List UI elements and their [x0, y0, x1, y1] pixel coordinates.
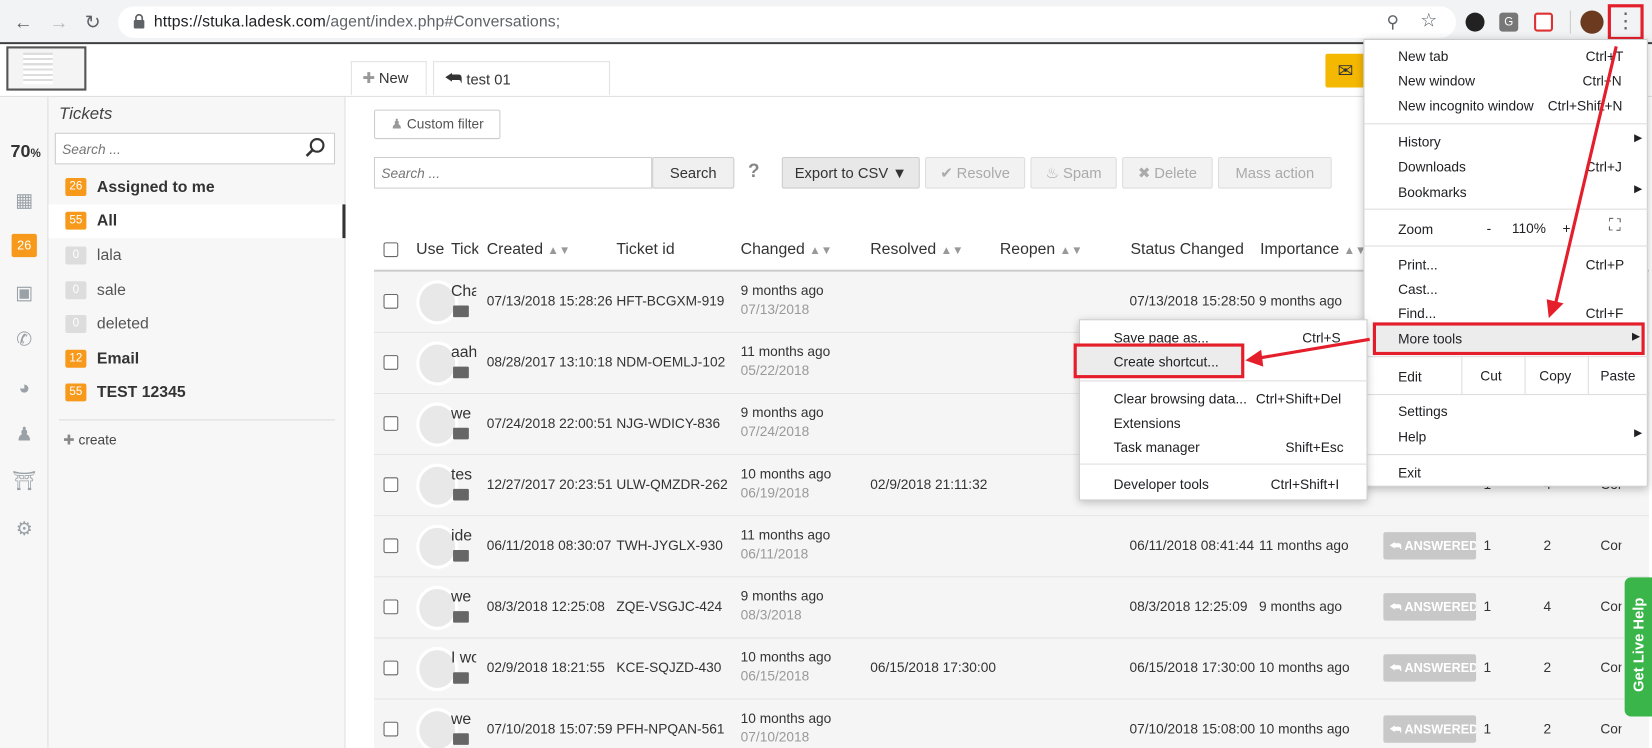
arrow-to-more-tools: [1553, 45, 1618, 306]
arrow-to-create-shortcut: [1257, 337, 1370, 360]
arrowhead-create-shortcut: [1245, 349, 1264, 367]
screen: ← → ↻ https://stuka.ladesk.com/agent/ind…: [0, 0, 1652, 748]
arrowhead-more-tools: [1546, 299, 1564, 319]
annotation-arrows: [1245, 45, 1618, 367]
